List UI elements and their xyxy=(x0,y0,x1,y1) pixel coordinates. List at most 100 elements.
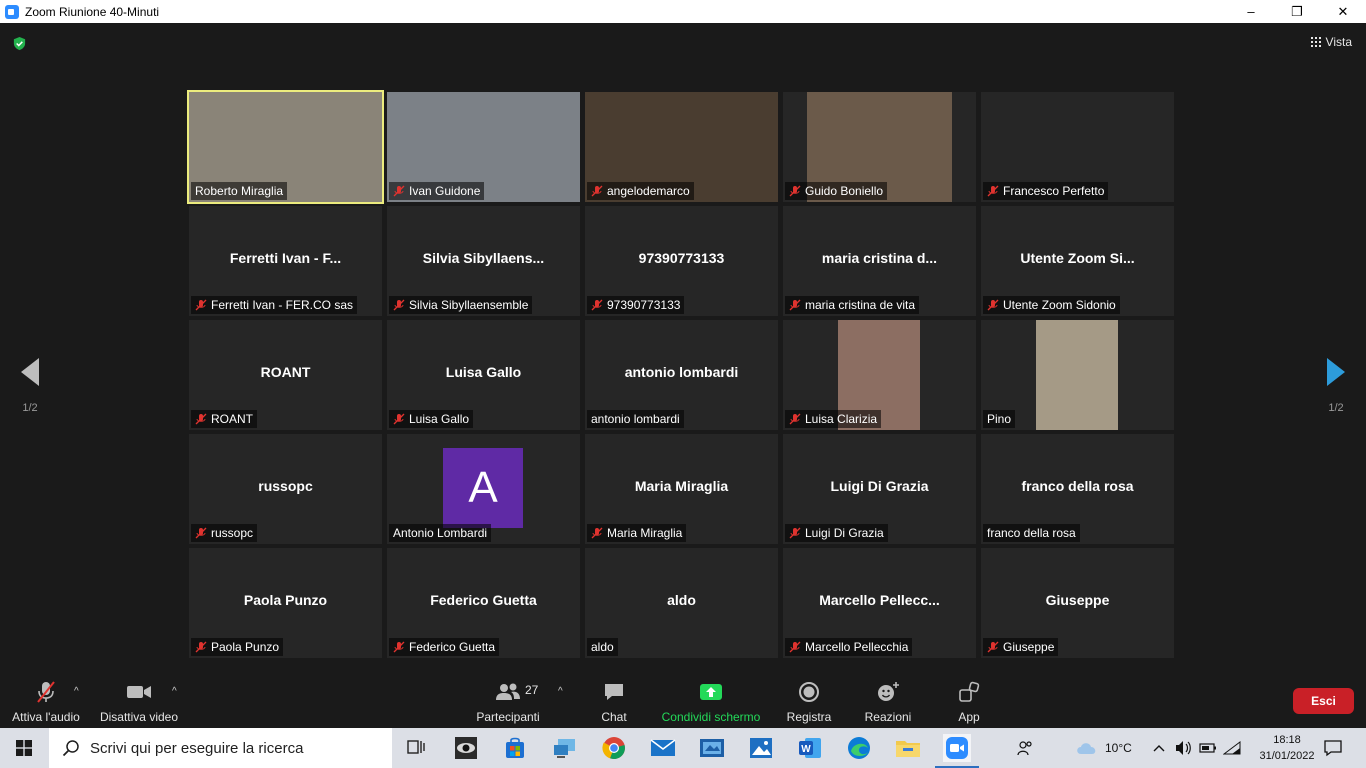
photos-icon[interactable] xyxy=(747,734,775,762)
participant-display-name: Ferretti Ivan - F... xyxy=(229,250,342,266)
minimize-button[interactable]: – xyxy=(1228,0,1274,23)
microsoft-store-icon[interactable] xyxy=(501,734,529,762)
participant-tile[interactable]: A Antonio Lombardi xyxy=(387,434,580,544)
participant-name-label: Francesco Perfetto xyxy=(983,182,1109,200)
participant-display-name: Luisa Gallo xyxy=(445,364,522,380)
record-button[interactable]: Registra xyxy=(782,680,836,724)
participant-tile[interactable]: antonio lombardi antonio lombardi xyxy=(585,320,778,430)
participant-tile[interactable]: Silvia Sibyllaens... Silvia Sibyllaensemb… xyxy=(387,206,580,316)
chat-button[interactable]: Chat xyxy=(592,680,636,724)
word-icon[interactable]: W xyxy=(796,734,824,762)
participant-tile[interactable]: Pino xyxy=(981,320,1174,430)
audio-options-caret-icon[interactable]: ^ xyxy=(74,686,79,697)
show-hidden-icons-chevron-icon[interactable] xyxy=(1152,728,1166,768)
remote-desktop-icon[interactable] xyxy=(551,734,579,762)
eye-app-icon[interactable] xyxy=(452,734,480,762)
participant-name-label: aldo xyxy=(587,638,618,656)
participant-grid: Roberto Miraglia Ivan Guidone angelodemarc… xyxy=(187,90,1176,658)
chrome-icon[interactable] xyxy=(600,734,628,762)
volume-icon[interactable] xyxy=(1174,728,1192,768)
view-button[interactable]: Vista xyxy=(1310,35,1352,49)
participant-tile[interactable]: aldo aldo xyxy=(585,548,778,658)
weather-cloud-icon xyxy=(1077,743,1096,754)
participant-display-name: Silvia Sibyllaens... xyxy=(422,250,545,266)
unmute-audio-button[interactable]: Attiva l'audio xyxy=(8,680,84,724)
microphone-muted-icon xyxy=(789,641,801,653)
mail-icon[interactable] xyxy=(649,734,677,762)
participant-display-name: antonio lombardi xyxy=(624,364,739,380)
microphone-muted-icon xyxy=(987,299,999,311)
search-icon xyxy=(62,740,79,757)
leave-meeting-button[interactable]: Esci xyxy=(1293,688,1354,714)
participant-tile[interactable]: Guido Boniello xyxy=(783,92,976,202)
participant-tile[interactable]: Roberto Miraglia xyxy=(187,90,384,204)
participant-name-label: Maria Miraglia xyxy=(587,524,687,542)
participant-tile[interactable]: 97390773133 97390773133 xyxy=(585,206,778,316)
participant-tile[interactable]: ROANT ROANT xyxy=(189,320,382,430)
zoom-taskbar-icon[interactable] xyxy=(935,734,979,768)
security-shield-icon[interactable] xyxy=(12,36,27,51)
weather-widget[interactable]: 10°C xyxy=(1075,728,1132,768)
participant-display-name: 97390773133 xyxy=(638,250,725,266)
people-icon[interactable] xyxy=(1016,728,1034,768)
apps-button[interactable]: App xyxy=(948,680,990,724)
file-explorer-icon[interactable] xyxy=(894,734,922,762)
zoom-app-icon xyxy=(5,4,19,19)
participants-options-caret-icon[interactable]: ^ xyxy=(558,686,563,697)
participant-name-label: Ferretti Ivan - FER.CO sas xyxy=(191,296,358,314)
reactions-label: Reazioni xyxy=(864,710,912,724)
participant-tile[interactable]: Luigi Di Grazia Luigi Di Grazia xyxy=(783,434,976,544)
video-editor-icon[interactable] xyxy=(698,734,726,762)
taskbar-search-box[interactable]: Scrivi qui per eseguire la ricerca xyxy=(49,728,392,768)
participant-tile[interactable]: Luisa Gallo Luisa Gallo xyxy=(387,320,580,430)
participant-tile[interactable]: Maria Miraglia Maria Miraglia xyxy=(585,434,778,544)
audio-label: Attiva l'audio xyxy=(12,710,80,724)
participant-tile[interactable]: Giuseppe Giuseppe xyxy=(981,548,1174,658)
notifications-icon[interactable] xyxy=(1323,728,1343,768)
participant-name-text: aldo xyxy=(591,640,614,654)
participant-video-feed xyxy=(1036,320,1118,430)
participant-name-text: Francesco Perfetto xyxy=(1003,184,1105,198)
task-view-icon[interactable] xyxy=(402,734,430,762)
participant-name-label: Luigi Di Grazia xyxy=(785,524,888,542)
participant-name-label: franco della rosa xyxy=(983,524,1080,542)
participant-tile[interactable]: Ivan Guidone xyxy=(387,92,580,202)
participant-tile[interactable]: Francesco Perfetto xyxy=(981,92,1174,202)
participant-tile[interactable]: Federico Guetta Federico Guetta xyxy=(387,548,580,658)
participant-name-label: Paola Punzo xyxy=(191,638,284,656)
restore-button[interactable]: ❐ xyxy=(1274,0,1320,23)
participant-tile[interactable]: Marcello Pellecc... Marcello Pellecchia xyxy=(783,548,976,658)
meeting-toolbar: Attiva l'audio ^ Disattiva video ^ Parte… xyxy=(0,672,1366,728)
start-button[interactable] xyxy=(0,728,48,768)
participant-tile[interactable]: Paola Punzo Paola Punzo xyxy=(189,548,382,658)
participant-name-text: ROANT xyxy=(211,412,253,426)
participant-display-name: Marcello Pellecc... xyxy=(819,592,940,608)
share-screen-button[interactable]: Condividi schermo xyxy=(658,680,764,724)
reactions-button[interactable]: Reazioni xyxy=(860,680,916,724)
participant-tile[interactable]: Utente Zoom Si... Utente Zoom Sidonio xyxy=(981,206,1174,316)
previous-page-button[interactable]: 1/2 xyxy=(0,358,60,414)
participant-name-label: russopc xyxy=(191,524,258,542)
participant-name-label: Luisa Gallo xyxy=(389,410,474,428)
participant-name-label: 97390773133 xyxy=(587,296,685,314)
participant-tile[interactable]: Ferretti Ivan - F... Ferretti Ivan - FER.… xyxy=(189,206,382,316)
microphone-muted-icon xyxy=(789,299,801,311)
battery-icon[interactable] xyxy=(1199,728,1217,768)
edge-icon[interactable] xyxy=(845,734,873,762)
video-options-caret-icon[interactable]: ^ xyxy=(172,686,177,697)
taskbar-clock[interactable]: 18:18 31/01/2022 xyxy=(1255,732,1319,764)
microphone-muted-icon xyxy=(393,641,405,653)
close-button[interactable]: ✕ xyxy=(1320,0,1366,23)
participant-tile[interactable]: angelodemarco xyxy=(585,92,778,202)
participant-tile[interactable]: Luisa Clarizia xyxy=(783,320,976,430)
participant-tile[interactable]: maria cristina d... maria cristina de vit… xyxy=(783,206,976,316)
participant-tile[interactable]: russopc russopc xyxy=(189,434,382,544)
wifi-icon[interactable] xyxy=(1223,728,1241,768)
windows-logo-icon xyxy=(16,740,32,756)
participant-tile[interactable]: franco della rosa franco della rosa xyxy=(981,434,1174,544)
next-page-button[interactable]: 1/2 xyxy=(1306,358,1366,414)
video-camera-icon xyxy=(127,686,151,698)
share-screen-icon xyxy=(700,684,722,700)
stop-video-button[interactable]: Disattiva video xyxy=(97,680,181,724)
participant-name-text: russopc xyxy=(211,526,254,540)
